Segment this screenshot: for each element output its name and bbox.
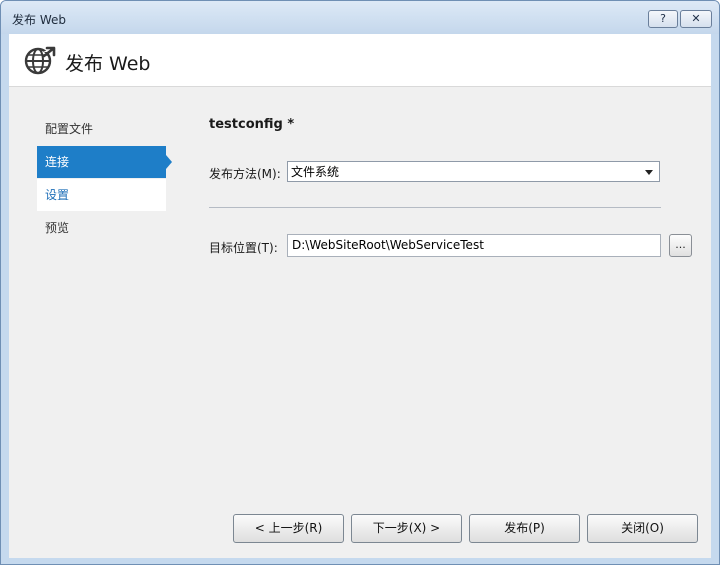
window-title: 发布 Web [12, 13, 66, 27]
browse-button[interactable]: ... [669, 234, 692, 257]
title-bar[interactable]: 发布 Web ? ✕ [1, 1, 719, 34]
next-button[interactable]: 下一步(X) > [351, 514, 462, 543]
publish-web-dialog: 发布 Web ? ✕ 发布 Web 配置文件 连接 设置 预览 testconf… [0, 0, 720, 565]
publish-button[interactable]: 发布(P) [469, 514, 580, 543]
nav-item-preview[interactable]: 预览 [37, 212, 177, 244]
close-dialog-button[interactable]: 关闭(O) [587, 514, 698, 543]
nav-item-settings[interactable]: 设置 [37, 179, 166, 211]
help-button[interactable]: ? [648, 10, 678, 28]
wizard-nav: 配置文件 连接 设置 预览 [37, 113, 177, 245]
publish-method-label: 发布方法(M): [209, 167, 281, 181]
profile-name: testconfig * [209, 117, 295, 132]
chevron-down-icon [645, 170, 653, 175]
dialog-header: 发布 Web [9, 34, 711, 86]
nav-item-profile[interactable]: 配置文件 [37, 113, 177, 145]
target-location-input[interactable]: D:\WebSiteRoot\WebServiceTest [287, 234, 661, 257]
publish-method-select[interactable]: 文件系统 [287, 161, 660, 182]
publish-method-value: 文件系统 [291, 165, 340, 179]
close-button[interactable]: ✕ [680, 10, 712, 28]
nav-item-connection[interactable]: 连接 [37, 146, 172, 178]
globe-publish-icon [24, 46, 56, 75]
dialog-client-area: 发布 Web 配置文件 连接 设置 预览 testconfig * 发布方法(M… [9, 34, 711, 558]
section-divider [209, 207, 661, 208]
target-location-label: 目标位置(T): [209, 241, 278, 255]
header-title: 发布 Web [65, 53, 151, 75]
dialog-body: 配置文件 连接 设置 预览 testconfig * 发布方法(M): 文件系统… [9, 86, 711, 558]
previous-button[interactable]: < 上一步(R) [233, 514, 344, 543]
